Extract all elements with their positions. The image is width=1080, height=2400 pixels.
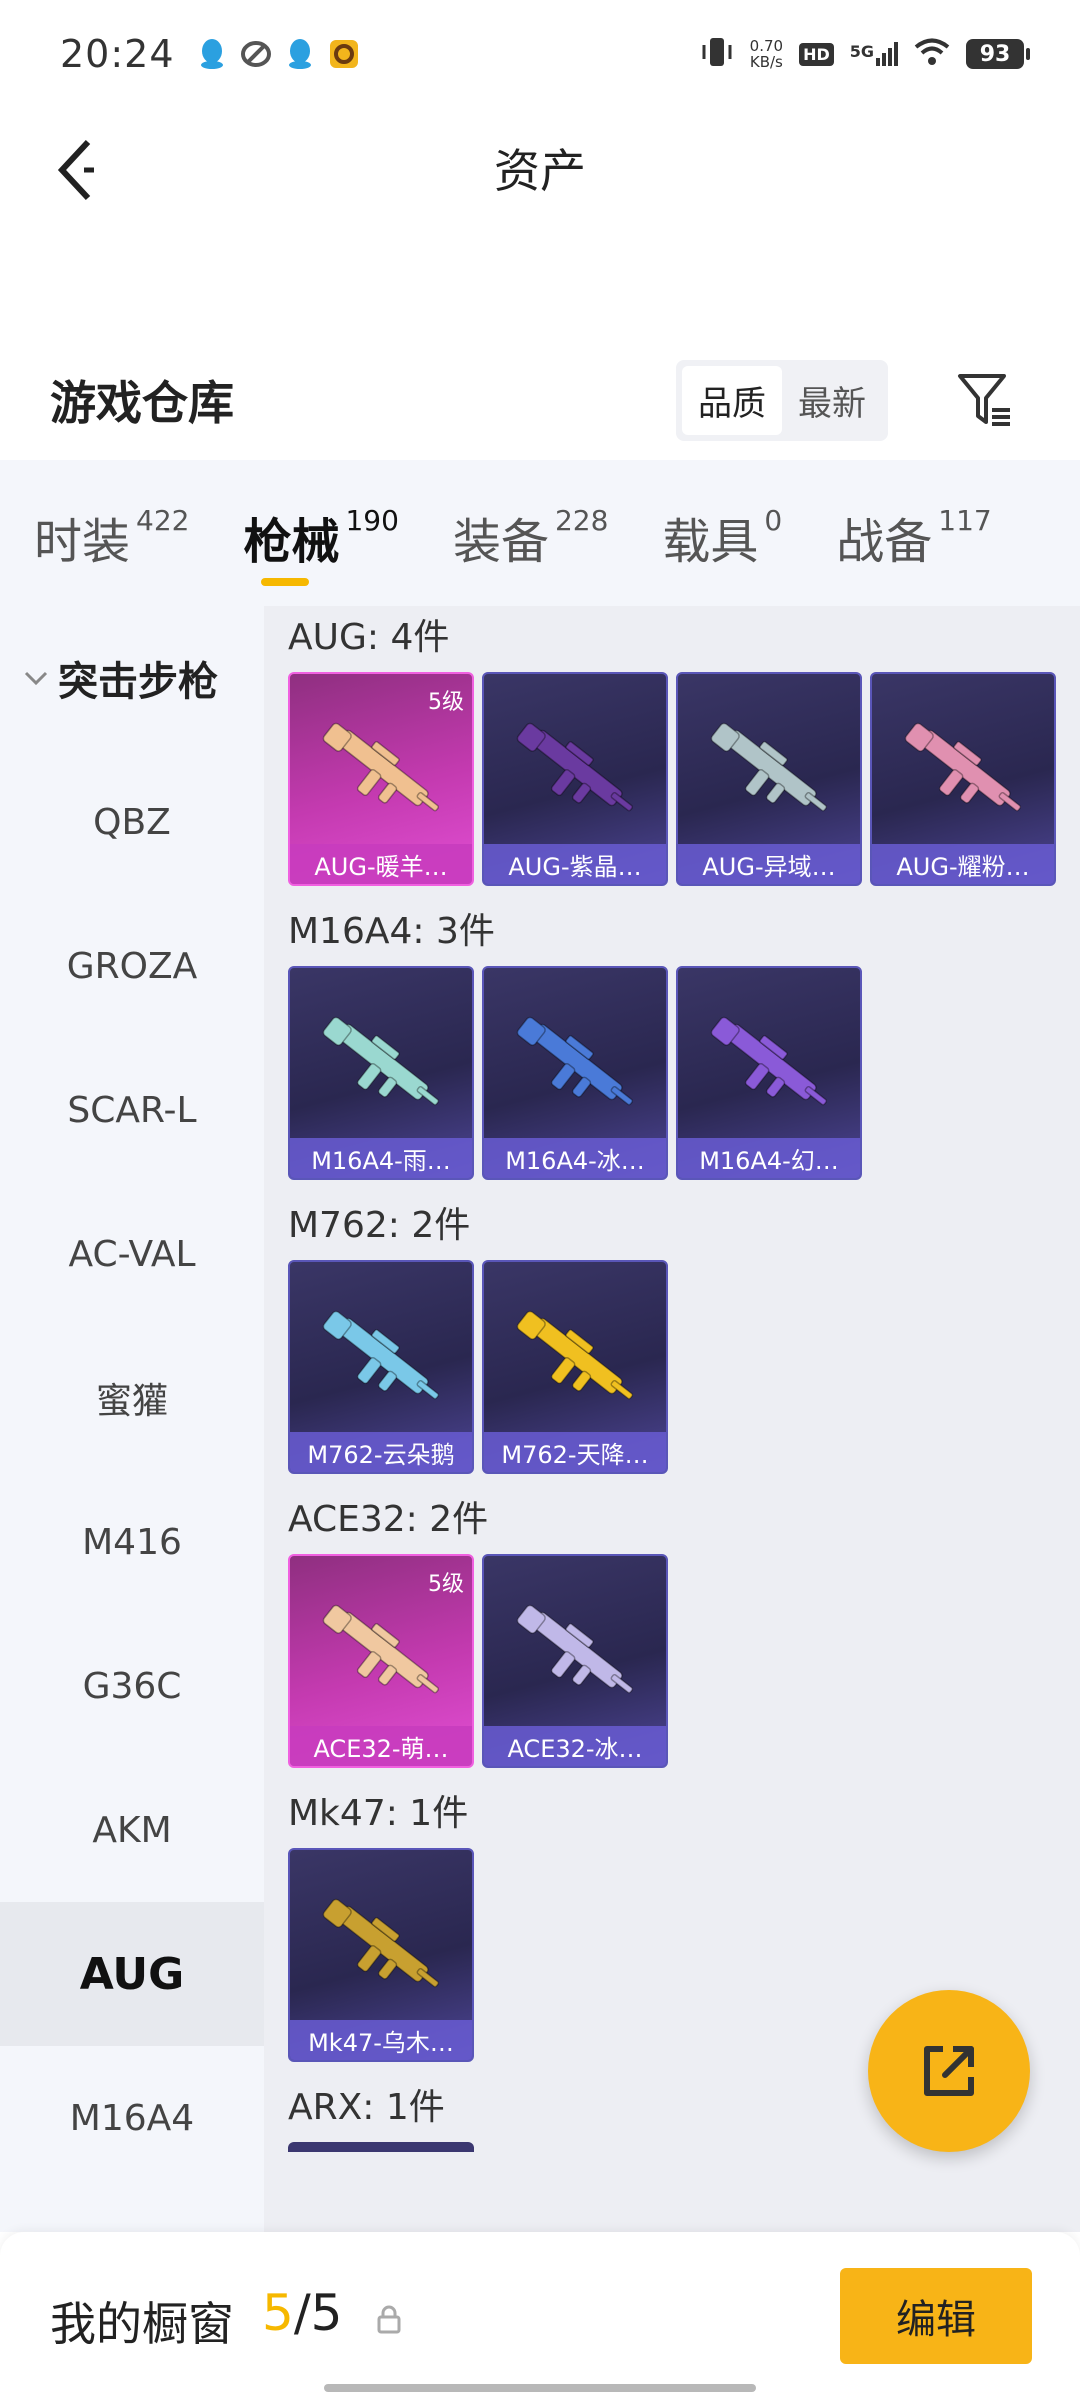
home-indicator[interactable] [324,2384,756,2392]
weapon-card[interactable]: M16A4-幻… [676,966,862,1180]
group-title-aug: AUG: 4件 [288,617,450,658]
filter-icon [958,374,1010,426]
weapon-name: AUG-异域… [678,844,860,884]
vibrate-icon [700,35,734,73]
edit-button[interactable]: 编辑 [840,2268,1032,2364]
weapon-card[interactable]: ACE32-冰… [482,1554,668,1768]
tab-supplies[interactable]: 战备 117 [792,502,1001,572]
category-item-ac-val[interactable]: AC-VAL [0,1182,264,1326]
weapon-skin-image [322,1310,440,1400]
category-item-m416[interactable]: M416 [0,1470,264,1614]
tab-fashion[interactable]: 时装 422 [0,502,199,572]
tab-vehicles[interactable]: 载具 0 [618,502,792,572]
weapon-card[interactable]: M16A4-冰… [482,966,668,1180]
group-cards-m762: M762-云朵鹅 M762-天降… [288,1260,1080,1474]
weapon-skin-image [322,1604,440,1694]
category-item-g36c[interactable]: G36C [0,1614,264,1758]
notification-icons [197,37,359,71]
group-title-m16a4: M16A4: 3件 [288,911,495,952]
group-cards-aug: 5级 AUG-暖羊… AUG-紫晶… AUG-异域… AUG-耀粉… [288,672,1080,886]
network-speed: 0.70 KB/s [749,37,784,71]
weapon-skin-image [322,722,440,812]
weapon-skin-image [710,1016,828,1106]
category-item-qbz[interactable]: QBZ [0,750,264,894]
weapon-name: M762-天降… [484,1432,666,1472]
weapon-skin-image [516,1016,634,1106]
weapon-skin-image [322,1016,440,1106]
weapon-card[interactable]: M16A4-雨… [288,966,474,1180]
weapon-card[interactable]: AUG-耀粉… [870,672,1056,886]
weapon-card[interactable]: M762-天降… [482,1260,668,1474]
sort-newest-option[interactable]: 最新 [782,366,882,435]
back-button[interactable] [36,130,116,210]
group-title-mk47: Mk47: 1件 [288,1793,469,1834]
weapon-name: Mk47-乌木… [290,2020,472,2060]
weapon-card[interactable]: 5级 AUG-暖羊… [288,672,474,886]
share-fab-button[interactable] [868,1990,1030,2152]
group-title-ace32: ACE32: 2件 [288,1499,489,1540]
weapon-skin-image [904,722,1022,812]
sort-quality-option[interactable]: 品质 [682,365,782,435]
cellular-signal-icon: 5G [850,42,898,66]
game-app-icon [329,37,359,71]
qq-icon [285,37,315,71]
weapon-skin-image [516,722,634,812]
weapon-skin-image [710,722,828,812]
weapon-card-partial[interactable] [288,2142,474,2152]
page-title: 资产 [494,144,586,198]
status-bar: 20:24 0.70 KB/s HD 5G 93 [0,0,1080,108]
category-item-m16a4[interactable]: M16A4 [0,2046,264,2190]
group-title-m762: M762: 2件 [288,1205,471,1246]
lock-icon [377,2305,401,2334]
share-external-icon [924,2046,974,2096]
weapon-name: M16A4-幻… [678,1138,860,1178]
chevron-down-icon [24,671,48,686]
qq-icon [197,37,227,71]
weapon-name: M16A4-冰… [484,1138,666,1178]
weapon-card[interactable]: Mk47-乌木… [288,1848,474,2062]
group-cards-m16a4: M16A4-雨… M16A4-冰… M16A4-幻… [288,966,1080,1180]
category-item-groza[interactable]: GROZA [0,894,264,1038]
asset-tabs: 时装 422 枪械 190 装备 228 载具 0 战备 117 [0,460,1080,606]
wifi-icon [914,38,950,70]
weapon-name: AUG-紫晶… [484,844,666,884]
hd-badge: HD [799,42,834,66]
showcase-label: 我的橱窗 [50,2297,234,2351]
weapon-list: AUG: 4件 5级 AUG-暖羊… AUG-紫晶… AUG-异域… AUG-耀… [264,606,1080,2232]
nav-bar: 资产 [0,108,1080,228]
weapon-card[interactable]: AUG-紫晶… [482,672,668,886]
weapon-card[interactable]: AUG-异域… [676,672,862,886]
weapon-name: AUG-暖羊… [290,844,472,884]
sort-toggle: 品质 最新 [676,359,888,441]
weapon-skin-image [516,1310,634,1400]
tab-firearms[interactable]: 枪械 190 [199,502,408,586]
filter-button[interactable] [944,360,1024,440]
category-item-scar-l[interactable]: SCAR-L [0,1038,264,1182]
category-sidebar: 突击步枪 QBZ GROZA SCAR-L AC-VAL 蜜獾 M416 G36… [0,606,264,2232]
showcase-count: 5/5 [262,2284,343,2342]
weapon-skin-image [322,1898,440,1988]
weapon-name: ACE32-萌… [290,1726,472,1766]
category-group-header[interactable]: 突击步枪 [0,606,264,750]
battery-icon: 93 [966,39,1030,69]
status-time: 20:24 [60,32,175,76]
weapon-card[interactable]: M762-云朵鹅 [288,1260,474,1474]
warehouse-title: 游戏仓库 [50,376,234,430]
weapon-name: ACE32-冰… [484,1726,666,1766]
active-tab-indicator [261,578,310,586]
category-item-aug[interactable]: AUG [0,1902,264,2046]
weapon-name: AUG-耀粉… [872,844,1054,884]
group-cards-ace32: 5级 ACE32-萌… ACE32-冰… [288,1554,1080,1768]
back-arrow-icon [57,139,94,201]
category-item-akm[interactable]: AKM [0,1758,264,1902]
tab-equipment[interactable]: 装备 228 [409,502,618,572]
weapon-card[interactable]: 5级 ACE32-萌… [288,1554,474,1768]
warehouse-header: 游戏仓库 品质 最新 [0,340,1080,460]
weapon-skin-image [516,1604,634,1694]
link-app-icon [240,37,271,71]
showcase-bar: 我的橱窗 5/5 编辑 [0,2232,1080,2400]
weapon-name: M762-云朵鹅 [290,1432,472,1472]
weapon-name: M16A4-雨… [290,1138,472,1178]
category-item-honey-badger[interactable]: 蜜獾 [0,1326,264,1470]
